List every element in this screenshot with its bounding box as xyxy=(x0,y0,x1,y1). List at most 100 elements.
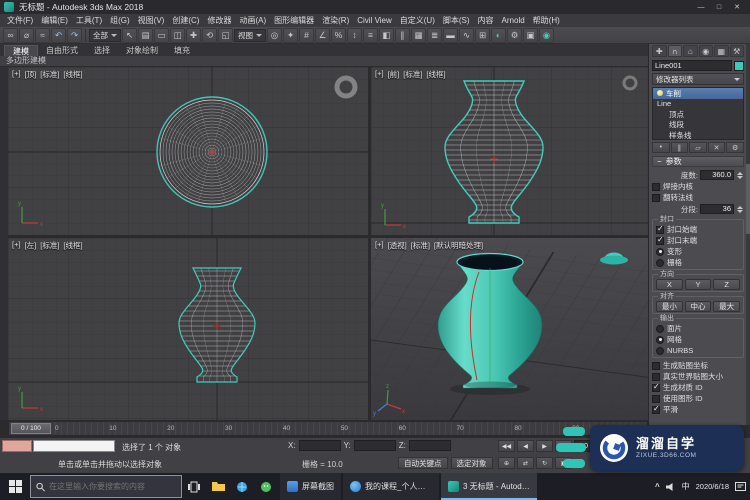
hidden-icons-chevron-icon[interactable]: ^ xyxy=(655,482,660,491)
window-crossing-icon[interactable]: ◫ xyxy=(170,28,185,43)
ribbon-tab[interactable]: 对象绘制 xyxy=(118,45,166,56)
menu-item[interactable]: 视图(V) xyxy=(134,15,169,26)
rectangular-selection-region-icon[interactable]: ▭ xyxy=(154,28,169,43)
use-pivot-point-icon[interactable]: ◎ xyxy=(267,28,282,43)
maxscript-mini-listener[interactable] xyxy=(33,440,115,452)
parameter-checkbox[interactable]: 真实世界贴图大小 xyxy=(652,371,744,382)
align-button[interactable]: 最大 xyxy=(713,301,740,312)
action-center-icon[interactable] xyxy=(735,481,746,492)
menu-item[interactable]: 自定义(U) xyxy=(396,15,439,26)
object-color-swatch[interactable] xyxy=(734,61,744,71)
menu-item[interactable]: 创建(C) xyxy=(168,15,203,26)
viewport-label[interactable]: [线框] xyxy=(63,69,82,80)
auto-key-button[interactable]: 自动关键点 xyxy=(398,457,448,469)
make-unique-icon[interactable]: ▱ xyxy=(689,142,707,153)
select-object-icon[interactable]: ↖ xyxy=(122,28,137,43)
parameters-rollout-header[interactable]: − 参数 xyxy=(652,156,744,167)
reference-coordinate-dropdown[interactable]: 视图 xyxy=(234,29,266,42)
scene-explorer-icon[interactable]: ▦ xyxy=(411,28,426,43)
modifier-stack-row[interactable]: 线段 xyxy=(653,120,743,131)
segments-spinner[interactable] xyxy=(736,204,744,214)
ribbon-tab[interactable]: 建模 xyxy=(4,45,38,56)
menu-item[interactable]: 编辑(E) xyxy=(37,15,72,26)
curve-editor-icon[interactable]: ∿ xyxy=(459,28,474,43)
menu-item[interactable]: Civil View xyxy=(353,16,396,25)
render-setup-icon[interactable]: ⚙ xyxy=(507,28,522,43)
cap-radio[interactable]: 栅格 xyxy=(656,257,740,268)
viewport-label[interactable]: [线框] xyxy=(426,69,445,80)
viewport-perspective[interactable]: x z y [+][透视][标准][默认明暗处理] xyxy=(371,238,648,420)
direction-button[interactable]: Y xyxy=(685,279,712,290)
segments-field[interactable]: 36 xyxy=(700,204,734,214)
align-button[interactable]: 中心 xyxy=(685,301,712,312)
task-view-icon[interactable] xyxy=(182,473,206,500)
viewport-label[interactable]: [默认明暗处理] xyxy=(434,240,483,251)
file-explorer-icon[interactable] xyxy=(206,473,230,500)
output-radio[interactable]: NURBS xyxy=(656,345,740,356)
front-viewport-canvas[interactable]: xy xyxy=(371,67,648,235)
time-slider[interactable]: 0 / 100 xyxy=(11,423,51,434)
search-input[interactable] xyxy=(49,482,176,491)
align-button[interactable]: 最小 xyxy=(656,301,683,312)
taskbar-button[interactable]: 屏幕截图 xyxy=(280,473,341,500)
track-bar[interactable]: 0 / 100 0102030405060708090100 xyxy=(8,421,648,436)
left-viewport-canvas[interactable]: xy xyxy=(8,238,368,420)
ribbon-toggle-icon[interactable]: ▬ xyxy=(443,28,458,43)
rendered-frame-icon[interactable]: ▣ xyxy=(523,28,538,43)
mirror-icon[interactable]: ◧ xyxy=(379,28,394,43)
viewport-label[interactable]: [前] xyxy=(388,69,400,80)
select-and-scale-icon[interactable]: ◱ xyxy=(218,28,233,43)
viewport-label[interactable]: [标准] xyxy=(40,69,59,80)
undo-icon[interactable]: ↶ xyxy=(51,28,66,43)
viewport-label[interactable]: [透视] xyxy=(388,240,407,251)
align-icon[interactable]: ∥ xyxy=(395,28,410,43)
motion-tab-icon[interactable]: ◉ xyxy=(699,45,714,57)
chat-app-icon[interactable] xyxy=(254,473,278,500)
viewport-label[interactable]: [+] xyxy=(12,240,21,251)
modifier-stack-row[interactable]: 顶点 xyxy=(653,109,743,120)
schematic-view-icon[interactable]: ⊞ xyxy=(475,28,490,43)
menu-item[interactable]: 工具(T) xyxy=(72,15,106,26)
selection-filter-dropdown[interactable]: 全部 xyxy=(89,29,121,42)
modifier-stack-row[interactable]: Line xyxy=(653,99,743,110)
selected-only-dropdown[interactable]: 选定对象 xyxy=(451,457,493,469)
modify-tab-icon[interactable]: ∩ xyxy=(668,45,683,57)
menu-item[interactable]: Arnold xyxy=(498,16,529,25)
menu-item[interactable]: 图形编辑器 xyxy=(270,15,318,26)
go-to-start-button[interactable]: ◀◀ xyxy=(498,440,515,452)
select-by-name-icon[interactable]: ▤ xyxy=(138,28,153,43)
viewport-label[interactable]: [+] xyxy=(375,240,384,251)
modifier-stack-row[interactable]: 车削 xyxy=(653,88,743,99)
ribbon-tab[interactable]: 自由形式 xyxy=(38,45,86,56)
panel-scrollbar[interactable] xyxy=(746,44,750,425)
spinner-snap-icon[interactable]: ↕ xyxy=(347,28,362,43)
flip-normals-checkbox[interactable]: 翻转法线 xyxy=(652,192,744,203)
start-button[interactable] xyxy=(0,473,30,500)
ribbon-tab[interactable]: 填充 xyxy=(166,45,198,56)
x-coordinate-field[interactable] xyxy=(299,440,341,451)
ribbon-collapsed-panel[interactable]: 多边形建模 xyxy=(0,56,648,67)
viewport-label[interactable]: [线框] xyxy=(63,240,82,251)
menu-item[interactable]: 修改器 xyxy=(203,15,235,26)
menu-item[interactable]: 帮助(H) xyxy=(529,15,564,26)
menu-item[interactable]: 内容 xyxy=(474,15,498,26)
redo-icon[interactable]: ↷ xyxy=(67,28,82,43)
pin-stack-icon[interactable]: • xyxy=(652,142,670,153)
bind-to-space-warp-icon[interactable]: ≈ xyxy=(35,28,50,43)
direction-button[interactable]: X xyxy=(656,279,683,290)
output-radio[interactable]: 面片 xyxy=(656,323,740,334)
viewport-top[interactable]: xy [+][顶][标准][线框] xyxy=(8,67,368,235)
parameter-checkbox[interactable]: 生成贴图坐标 xyxy=(652,360,744,371)
previous-frame-button[interactable]: ◀ xyxy=(517,440,534,452)
close-button[interactable]: ✕ xyxy=(728,1,746,14)
snap-toggle-3d-icon[interactable]: # xyxy=(299,28,314,43)
select-and-rotate-icon[interactable]: ⟲ xyxy=(202,28,217,43)
pan-icon[interactable]: ⇄ xyxy=(517,457,534,469)
degrees-field[interactable]: 360.0 xyxy=(700,170,734,180)
ribbon-tab[interactable]: 选择 xyxy=(86,45,118,56)
angle-snap-icon[interactable]: ∠ xyxy=(315,28,330,43)
viewport-label[interactable]: [标准] xyxy=(40,240,59,251)
select-and-link-icon[interactable]: ∞ xyxy=(3,28,18,43)
parameter-checkbox[interactable]: 平滑 xyxy=(652,404,744,415)
taskbar-button[interactable]: 我的课程_个人中心... xyxy=(343,473,439,500)
